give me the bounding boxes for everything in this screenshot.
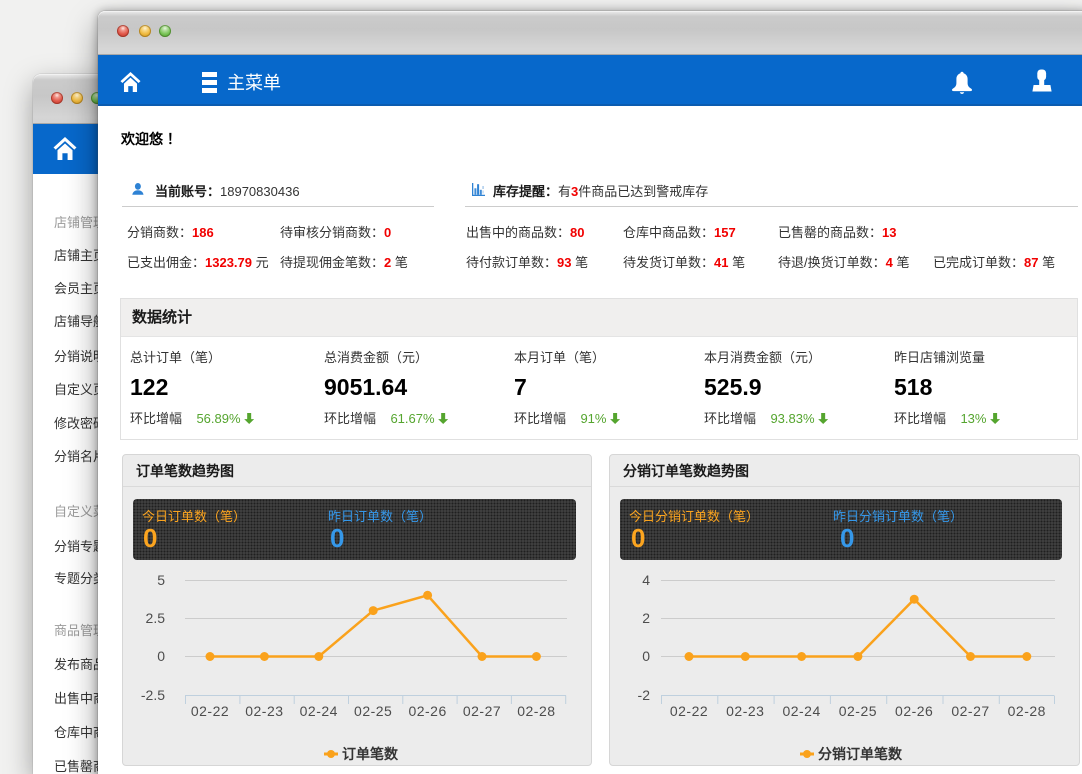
- svg-text:02-23: 02-23: [726, 703, 764, 719]
- svg-text:4: 4: [642, 572, 650, 588]
- svg-text:0: 0: [157, 648, 165, 664]
- svg-text:分销订单笔数: 分销订单笔数: [818, 746, 903, 762]
- svg-text:02-22: 02-22: [191, 703, 229, 719]
- svg-text:2.5: 2.5: [146, 610, 166, 626]
- svg-text:02-27: 02-27: [951, 703, 989, 719]
- svg-text:02-28: 02-28: [1008, 703, 1046, 719]
- svg-text:-2: -2: [638, 687, 651, 703]
- svg-text:02-25: 02-25: [354, 703, 392, 719]
- svg-text:5: 5: [157, 572, 165, 588]
- svg-text:02-27: 02-27: [463, 703, 501, 719]
- svg-text:0: 0: [642, 648, 650, 664]
- svg-text:02-24: 02-24: [300, 703, 338, 719]
- svg-text:02-24: 02-24: [782, 703, 820, 719]
- svg-text:02-22: 02-22: [670, 703, 708, 719]
- svg-text:2: 2: [642, 610, 650, 626]
- svg-text:-2.5: -2.5: [141, 687, 165, 703]
- svg-text:02-26: 02-26: [408, 703, 446, 719]
- svg-text:02-28: 02-28: [517, 703, 555, 719]
- svg-text:订单笔数: 订单笔数: [342, 746, 399, 762]
- svg-text:02-25: 02-25: [839, 703, 877, 719]
- svg-text:02-23: 02-23: [245, 703, 283, 719]
- svg-text:02-26: 02-26: [895, 703, 933, 719]
